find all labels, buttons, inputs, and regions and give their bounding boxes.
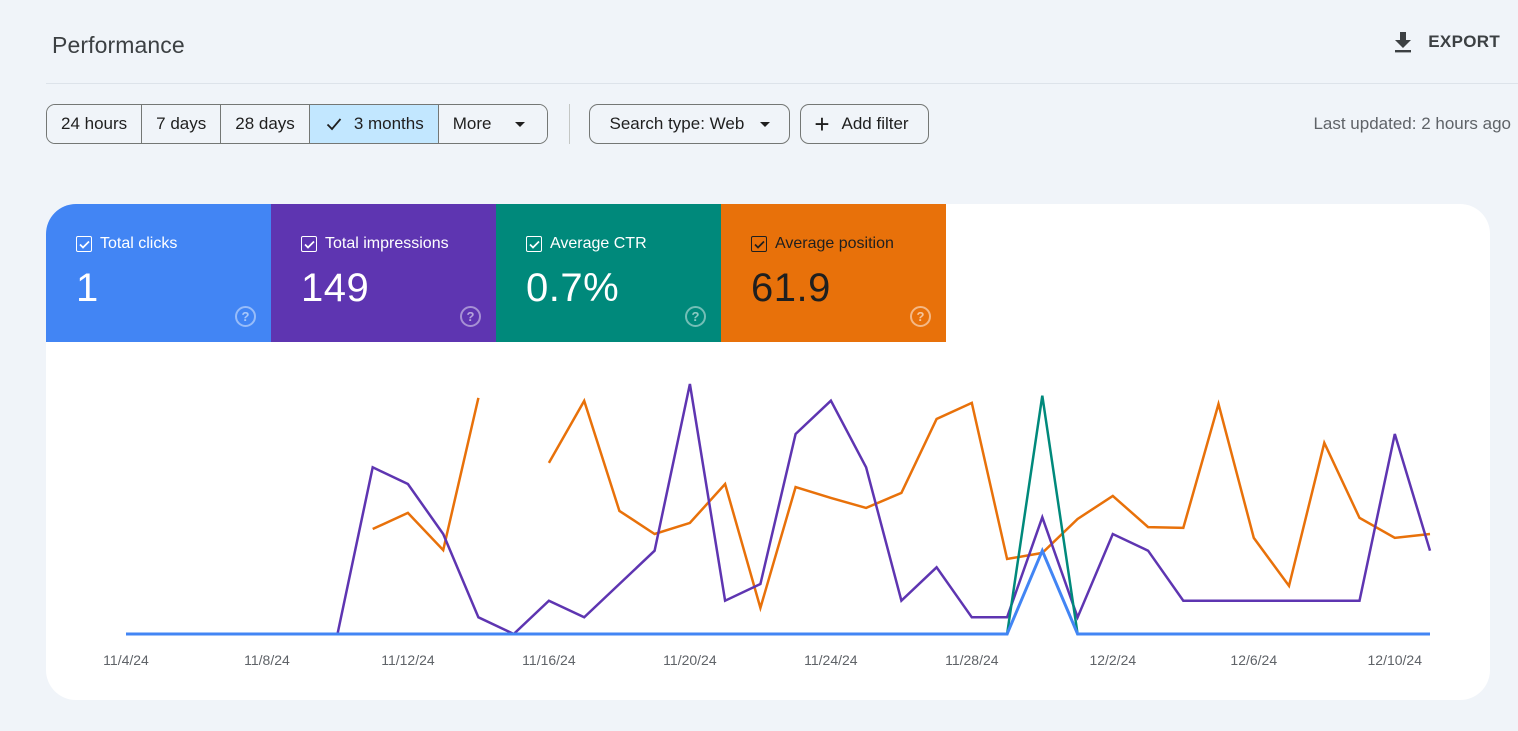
help-icon[interactable]: ? xyxy=(460,306,481,327)
x-tick-label: 11/8/24 xyxy=(244,652,290,668)
help-icon[interactable]: ? xyxy=(910,306,931,327)
page-title: Performance xyxy=(52,32,185,58)
series-line xyxy=(126,546,1430,636)
x-tick-label: 11/4/24 xyxy=(103,652,149,668)
page-header: Performance EXPORT xyxy=(46,0,1518,84)
caret-down-icon xyxy=(760,121,771,127)
metric-label: Average CTR xyxy=(550,235,647,252)
date-range-label: 28 days xyxy=(235,114,295,133)
plus-icon: + xyxy=(814,109,830,139)
metric-card-average-position[interactable]: Average position 61.9 ? xyxy=(721,204,946,342)
metric-value: 1 xyxy=(76,266,99,310)
date-range-label: More xyxy=(452,114,492,133)
checkbox-icon[interactable] xyxy=(76,236,92,252)
check-icon xyxy=(326,118,341,131)
search-type-label: Search type: Web xyxy=(609,114,745,133)
checkbox-icon[interactable] xyxy=(751,236,767,252)
export-label: EXPORT xyxy=(1428,32,1500,51)
checkbox-icon[interactable] xyxy=(526,236,542,252)
metric-value: 61.9 xyxy=(751,266,831,310)
series-average-position xyxy=(372,397,1431,613)
add-filter-label: Add filter xyxy=(841,114,909,133)
date-range-24-hours[interactable]: 24 hours xyxy=(47,105,143,143)
date-range-selector: 24 hours 7 days 28 days 3 months More xyxy=(46,104,549,144)
x-tick-label: 12/6/24 xyxy=(1230,652,1277,668)
date-range-label: 24 hours xyxy=(61,114,128,133)
x-tick-label: 11/12/24 xyxy=(381,652,435,668)
performance-chart-card: 11/4/24 11/8/24 11/12/24 11/16/24 11/20/24 11… xyxy=(46,204,1490,700)
last-updated-text: Last updated: 2 hours ago xyxy=(1313,114,1511,133)
date-range-label: 3 months xyxy=(353,114,424,133)
series-total-clicks xyxy=(126,546,1430,636)
metric-card-total-clicks[interactable]: Total clicks 1 ? xyxy=(46,204,271,342)
export-button[interactable]: EXPORT xyxy=(1392,30,1500,54)
metric-card-average-ctr[interactable]: Average CTR 0.7% ? xyxy=(496,204,721,342)
metric-label: Total clicks xyxy=(100,235,178,252)
series-total-impressions xyxy=(126,383,1432,636)
x-tick-label: 12/2/24 xyxy=(1089,652,1136,668)
x-tick-label: 11/20/24 xyxy=(663,652,717,668)
metric-label: Total impressions xyxy=(325,235,449,252)
x-tick-label: 12/10/24 xyxy=(1368,652,1423,668)
metric-cards: Total clicks 1 ? Total impressions 149 ?… xyxy=(46,204,946,342)
date-range-label: 7 days xyxy=(156,114,207,133)
date-range-more-dropdown[interactable]: More xyxy=(438,105,548,143)
x-tick-label: 11/24/24 xyxy=(804,652,858,668)
series-line xyxy=(126,383,1432,636)
metric-label: Average position xyxy=(775,235,894,252)
date-range-7-days[interactable]: 7 days xyxy=(142,105,222,143)
toolbar-divider xyxy=(569,104,571,144)
x-tick-label: 11/16/24 xyxy=(522,652,576,668)
x-tick-label: 11/28/24 xyxy=(945,652,999,668)
help-icon[interactable]: ? xyxy=(685,306,706,327)
metric-value: 0.7% xyxy=(526,266,620,310)
add-filter-button[interactable]: + Add filter xyxy=(800,104,929,144)
checkbox-icon[interactable] xyxy=(301,236,317,252)
metric-value: 149 xyxy=(301,266,370,310)
date-range-28-days[interactable]: 28 days xyxy=(221,105,310,143)
help-icon[interactable]: ? xyxy=(235,306,256,327)
filter-toolbar: 24 hours 7 days 28 days 3 months More Se… xyxy=(46,104,939,144)
metric-card-total-impressions[interactable]: Total impressions 149 ? xyxy=(271,204,496,342)
search-type-dropdown[interactable]: Search type: Web xyxy=(589,104,791,144)
caret-down-icon xyxy=(515,121,526,127)
download-icon xyxy=(1395,32,1412,53)
date-range-3-months[interactable]: 3 months xyxy=(309,105,439,143)
series-line xyxy=(547,397,1431,613)
